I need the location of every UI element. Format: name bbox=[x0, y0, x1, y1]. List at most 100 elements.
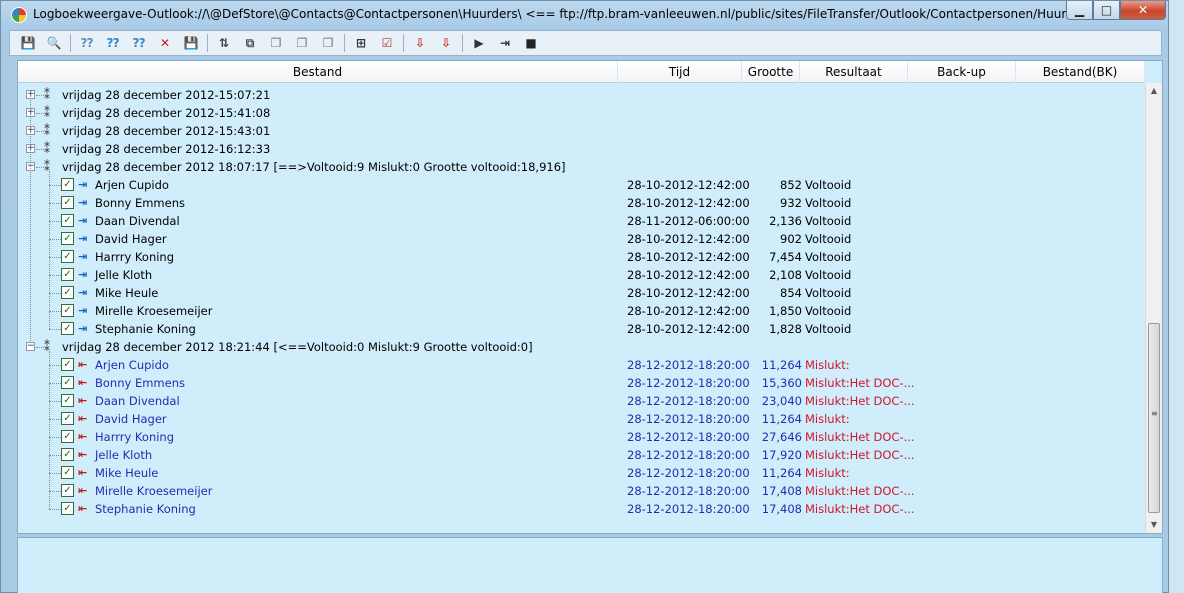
tree-line bbox=[49, 239, 61, 240]
tree-line bbox=[49, 437, 61, 438]
checkbox[interactable]: ✓ bbox=[61, 412, 74, 425]
column-header-grootte[interactable]: Grootte bbox=[742, 61, 800, 83]
list-item[interactable]: ✓ ⇥ Harrry Koning 28-10-2012-12:42:00 7,454 V… bbox=[18, 248, 1145, 266]
checkbox[interactable]: ✓ bbox=[61, 394, 74, 407]
result-cell: Mislukt: bbox=[805, 466, 850, 480]
result-cell: Voltooid bbox=[805, 250, 852, 264]
result-cell: Mislukt: bbox=[805, 412, 850, 426]
scroll-thumb[interactable]: ≡ bbox=[1148, 323, 1160, 513]
column-header-bestand[interactable]: Bestand bbox=[18, 61, 618, 83]
list-item[interactable]: ✓ ⇤ David Hager 28-12-2012-18:20:00 11,264 Mi… bbox=[18, 410, 1145, 428]
checkbox[interactable]: ✓ bbox=[61, 232, 74, 245]
column-header-tijd[interactable]: Tijd bbox=[618, 61, 742, 83]
download-all-button[interactable]: ⇩ bbox=[436, 33, 456, 53]
result-cell: Voltooid bbox=[805, 286, 852, 300]
checkbox[interactable]: ✓ bbox=[61, 304, 74, 317]
list-item[interactable]: ✓ ⇤ Arjen Cupido 28-12-2012-18:20:00 11,264 M… bbox=[18, 356, 1145, 374]
skip-button[interactable]: ⇥ bbox=[495, 33, 515, 53]
title-bar[interactable]: Logboekweergave-Outlook://\@DefStore\@Co… bbox=[1, 1, 1168, 29]
find-prev-button[interactable]: ⁇ bbox=[129, 33, 149, 53]
checkbox[interactable]: ✓ bbox=[61, 484, 74, 497]
group-row[interactable]: − ⁑ vrijdag 28 december 2012 18:07:17 [==>… bbox=[18, 158, 1145, 176]
checkbox[interactable]: ✓ bbox=[61, 286, 74, 299]
checkbox[interactable]: ✓ bbox=[61, 448, 74, 461]
checkbox[interactable]: ✓ bbox=[61, 502, 74, 515]
checkbox[interactable]: ✓ bbox=[61, 358, 74, 371]
list-item[interactable]: ✓ ⇤ Daan Divendal 28-12-2012-18:20:00 23,040… bbox=[18, 392, 1145, 410]
result-cell: Mislukt:Het DOC-... bbox=[805, 394, 915, 408]
failed-transfer-icon: ⇤ bbox=[78, 412, 88, 425]
column-header-resultaat[interactable]: Resultaat bbox=[800, 61, 908, 83]
list-item[interactable]: ✓ ⇤ Stephanie Koning 28-12-2012-18:20:00 17,… bbox=[18, 500, 1145, 518]
checkbox[interactable]: ✓ bbox=[61, 214, 74, 227]
footprints-icon: ⁑ bbox=[44, 124, 50, 138]
time-cell: 28-12-2012-18:20:00 bbox=[627, 502, 750, 516]
contact-name: Arjen Cupido bbox=[95, 178, 169, 192]
list-item[interactable]: ✓ ⇥ Mike Heule 28-10-2012-12:42:00 854 Voltoo… bbox=[18, 284, 1145, 302]
checkbox[interactable]: ✓ bbox=[61, 268, 74, 281]
contact-name: Stephanie Koning bbox=[95, 502, 196, 516]
paste-button[interactable]: ❐ bbox=[318, 33, 338, 53]
stop-button[interactable]: ■ bbox=[521, 33, 541, 53]
footprints-icon: ⁑ bbox=[44, 88, 50, 102]
find-next-button[interactable]: ⁇ bbox=[103, 33, 123, 53]
sort-button[interactable]: ⇅ bbox=[214, 33, 234, 53]
list-item[interactable]: ✓ ⇥ Bonny Emmens 28-10-2012-12:42:00 932 Volt… bbox=[18, 194, 1145, 212]
list-item[interactable]: ✓ ⇥ Jelle Kloth 28-10-2012-12:42:00 2,108 Vol… bbox=[18, 266, 1145, 284]
play-icon: ▶ bbox=[474, 36, 484, 50]
play-button[interactable]: ▶ bbox=[469, 33, 489, 53]
checkbox[interactable]: ✓ bbox=[61, 196, 74, 209]
checkbox[interactable]: ✓ bbox=[61, 250, 74, 263]
time-cell: 28-10-2012-12:42:00 bbox=[627, 322, 750, 336]
list-item[interactable]: ✓ ⇤ Harrry Koning 28-12-2012-18:20:00 27,646… bbox=[18, 428, 1145, 446]
find-next-icon: ⁇ bbox=[106, 36, 120, 50]
list-item[interactable]: ✓ ⇥ Mirelle Kroesemeijer 28-10-2012-12:42:0… bbox=[18, 302, 1145, 320]
group-row[interactable]: + ⁑ vrijdag 28 december 2012-15:43:01 bbox=[18, 122, 1145, 140]
column-header-back-up[interactable]: Back-up bbox=[908, 61, 1016, 83]
close-button[interactable]: ✕ bbox=[1120, 1, 1166, 20]
copy-all-button[interactable]: ❐ bbox=[292, 33, 312, 53]
save-button[interactable]: 💾 bbox=[18, 33, 38, 53]
list-item[interactable]: ✓ ⇥ Stephanie Koning 28-10-2012-12:42:00 1,8… bbox=[18, 320, 1145, 338]
delete-button[interactable]: ✕ bbox=[155, 33, 175, 53]
contact-name: Mike Heule bbox=[95, 286, 159, 300]
tree-button[interactable]: ⊞ bbox=[351, 33, 371, 53]
group-row[interactable]: − ⁑ vrijdag 28 december 2012 18:21:44 [<==… bbox=[18, 338, 1145, 356]
disk-button[interactable]: 💾 bbox=[181, 33, 201, 53]
collapse-icon[interactable]: − bbox=[26, 342, 35, 351]
download-button[interactable]: ⇩ bbox=[410, 33, 430, 53]
list-item[interactable]: ✓ ⇥ David Hager 28-10-2012-12:42:00 902 Volto… bbox=[18, 230, 1145, 248]
time-cell: 28-12-2012-18:20:00 bbox=[627, 484, 750, 498]
list-item[interactable]: ✓ ⇤ Jelle Kloth 28-12-2012-18:20:00 17,920 Mi… bbox=[18, 446, 1145, 464]
checkbox[interactable]: ✓ bbox=[61, 430, 74, 443]
list-item[interactable]: ✓ ⇤ Mike Heule 28-12-2012-18:20:00 11,264 Mis… bbox=[18, 464, 1145, 482]
window-title: Logboekweergave-Outlook://\@DefStore\@Co… bbox=[33, 7, 1097, 21]
checkbox[interactable]: ✓ bbox=[61, 178, 74, 191]
list-item[interactable]: ✓ ⇥ Daan Divendal 28-11-2012-06:00:00 2,136 V… bbox=[18, 212, 1145, 230]
detail-panel bbox=[17, 537, 1163, 593]
select-all-button[interactable]: ☑ bbox=[377, 33, 397, 53]
list-item[interactable]: ✓ ⇥ Arjen Cupido 28-10-2012-12:42:00 852 Volt… bbox=[18, 176, 1145, 194]
toolbar-separator bbox=[344, 34, 345, 52]
scroll-up-icon[interactable]: ▲ bbox=[1146, 83, 1162, 99]
group-row[interactable]: + ⁑ vrijdag 28 december 2012-15:41:08 bbox=[18, 104, 1145, 122]
vertical-scrollbar[interactable]: ▲ ≡ ▼ bbox=[1145, 83, 1162, 533]
column-header-bestand-bk[interactable]: Bestand(BK) bbox=[1016, 61, 1145, 83]
list-item[interactable]: ✓ ⇤ Bonny Emmens 28-12-2012-18:20:00 15,360 M… bbox=[18, 374, 1145, 392]
list-item[interactable]: ✓ ⇤ Mirelle Kroesemeijer 28-12-2012-18:20:0… bbox=[18, 482, 1145, 500]
time-cell: 28-12-2012-18:20:00 bbox=[627, 358, 750, 372]
checkbox[interactable]: ✓ bbox=[61, 466, 74, 479]
checkbox[interactable]: ✓ bbox=[61, 322, 74, 335]
scroll-down-icon[interactable]: ▼ bbox=[1146, 517, 1162, 533]
search-button[interactable]: 🔍 bbox=[44, 33, 64, 53]
minimize-button[interactable]: ▁ bbox=[1066, 1, 1093, 20]
maximize-button[interactable]: □ bbox=[1093, 1, 1120, 20]
find-button[interactable]: ⁇ bbox=[77, 33, 97, 53]
group-row[interactable]: + ⁑ vrijdag 28 december 2012-15:07:21 bbox=[18, 86, 1145, 104]
copy-button[interactable]: ❐ bbox=[266, 33, 286, 53]
checkbox[interactable]: ✓ bbox=[61, 376, 74, 389]
filter-button[interactable]: ⧉ bbox=[240, 33, 260, 53]
group-row[interactable]: + ⁑ vrijdag 28 december 2012-16:12:33 bbox=[18, 140, 1145, 158]
time-cell: 28-12-2012-18:20:00 bbox=[627, 466, 750, 480]
size-cell: 11,264 bbox=[761, 466, 802, 480]
